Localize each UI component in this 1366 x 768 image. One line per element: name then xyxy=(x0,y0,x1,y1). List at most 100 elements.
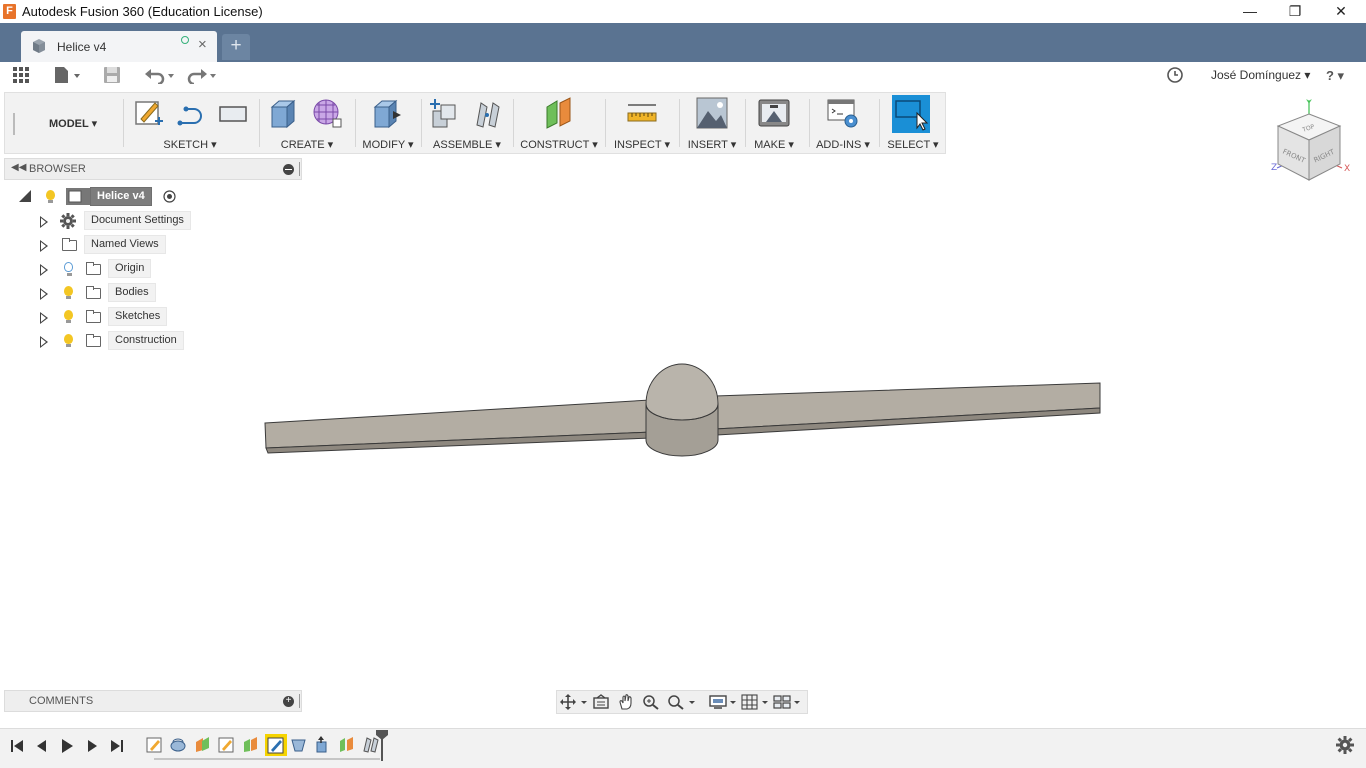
browser-panel-header[interactable]: ◀◀ BROWSER xyxy=(4,158,302,180)
timeline-loft-feature-icon[interactable] xyxy=(290,736,307,753)
workspace-switcher[interactable]: MODEL ▾ xyxy=(49,117,97,130)
panel-resize-handle[interactable] xyxy=(299,694,301,708)
visibility-bulb-icon[interactable] xyxy=(64,310,73,323)
undo-icon[interactable] xyxy=(144,66,176,84)
ribbon-group-label[interactable]: CONSTRUCT ▾ xyxy=(517,138,601,151)
ribbon-group-label[interactable]: SKETCH ▾ xyxy=(129,138,251,151)
add-comment-icon[interactable]: + xyxy=(283,696,294,707)
grid-snaps-icon[interactable] xyxy=(741,694,771,710)
visibility-bulb-off-icon[interactable] xyxy=(64,262,73,276)
close-window-button[interactable]: ✕ xyxy=(1318,0,1364,23)
timeline-selected-sketch-feature-icon[interactable] xyxy=(265,734,287,756)
save-icon[interactable] xyxy=(103,66,121,84)
folder-icon xyxy=(62,238,77,251)
timeline-settings-gear-icon[interactable] xyxy=(1336,736,1354,754)
browser-item-origin[interactable]: Origin xyxy=(38,259,198,279)
browser-item-document-settings[interactable]: Document Settings xyxy=(38,211,198,231)
timeline-plane-feature-icon[interactable] xyxy=(194,736,211,753)
browser-item-label: Bodies xyxy=(108,283,156,302)
look-at-icon[interactable] xyxy=(592,694,610,710)
data-panel-grid-icon[interactable] xyxy=(12,66,30,84)
timeline-step-forward-icon[interactable] xyxy=(84,738,100,754)
browser-item-bodies[interactable]: Bodies xyxy=(38,283,198,303)
minimize-button[interactable]: — xyxy=(1227,0,1273,23)
expand-arrow-icon[interactable] xyxy=(40,264,48,276)
measure-icon[interactable] xyxy=(626,97,658,129)
fit-zoom-window-icon[interactable] xyxy=(667,694,699,710)
extrude-icon[interactable] xyxy=(267,97,299,129)
zoom-icon[interactable] xyxy=(642,694,660,710)
expand-arrow-icon[interactable] xyxy=(40,240,48,252)
timeline-extrude-feature-icon[interactable] xyxy=(314,736,331,753)
ribbon-group-label[interactable]: SELECT ▾ xyxy=(881,138,945,151)
ribbon-group-inspect: INSPECT ▾ xyxy=(609,93,675,153)
panel-resize-handle[interactable] xyxy=(299,162,301,176)
browser-item-named-views[interactable]: Named Views xyxy=(38,235,198,255)
document-tab-active[interactable]: Helice v4 × xyxy=(21,31,217,62)
ribbon-group-label[interactable]: INSERT ▾ xyxy=(683,138,741,151)
viewcube[interactable]: Y Z X TOP FRONT RIGHT xyxy=(1262,96,1354,188)
joint-icon[interactable] xyxy=(471,97,503,129)
ribbon-group-label[interactable]: ASSEMBLE ▾ xyxy=(425,138,509,151)
browser-item-sketches[interactable]: Sketches xyxy=(38,307,198,327)
timeline-marker-handle[interactable] xyxy=(375,729,389,761)
display-settings-icon[interactable] xyxy=(709,694,739,710)
expand-arrow-icon[interactable] xyxy=(40,216,48,228)
help-menu[interactable]: ? ▾ xyxy=(1326,67,1344,85)
user-account-menu[interactable]: José Domínguez ▾ xyxy=(1211,68,1310,82)
sketch-rectangle-icon[interactable] xyxy=(217,97,249,129)
gear-icon xyxy=(60,213,76,229)
new-tab-button[interactable]: + xyxy=(222,34,250,60)
propeller-model[interactable] xyxy=(260,360,1110,470)
timeline-sketch-feature-icon[interactable] xyxy=(146,736,163,753)
axis-x-label: X xyxy=(1344,164,1350,174)
timeline-revolve-feature-icon[interactable] xyxy=(170,736,187,753)
close-tab-icon[interactable]: × xyxy=(198,36,207,53)
expanded-arrow-icon[interactable] xyxy=(18,189,32,203)
ribbon-group-label[interactable]: ADD-INS ▾ xyxy=(811,138,875,151)
insert-canvas-icon[interactable] xyxy=(696,97,728,129)
3d-print-icon[interactable] xyxy=(758,97,790,129)
ribbon-group-label[interactable]: MAKE ▾ xyxy=(749,138,799,151)
ribbon-group-sketch: SKETCH ▾ xyxy=(129,93,251,153)
press-pull-icon[interactable] xyxy=(371,97,403,129)
new-component-icon[interactable] xyxy=(427,97,459,129)
sketch-line-arc-icon[interactable] xyxy=(175,97,207,129)
minimize-panel-icon[interactable] xyxy=(283,164,294,175)
timeline-offset-plane-feature-icon[interactable] xyxy=(242,736,259,753)
browser-root-node[interactable]: Helice v4 xyxy=(18,187,188,207)
scripts-add-ins-icon[interactable] xyxy=(827,97,859,129)
select-tool-icon[interactable] xyxy=(892,95,930,133)
create-form-icon[interactable] xyxy=(311,97,343,129)
timeline-sketch-feature-icon[interactable] xyxy=(218,736,235,753)
viewports-icon[interactable] xyxy=(773,694,803,710)
ribbon-group-label[interactable]: MODIFY ▾ xyxy=(359,138,417,151)
sync-status-icon xyxy=(181,36,189,44)
ribbon-group-label[interactable]: INSPECT ▾ xyxy=(609,138,675,151)
visibility-bulb-icon[interactable] xyxy=(64,334,73,347)
comments-panel-header[interactable]: COMMENTS + xyxy=(4,690,302,712)
redo-icon[interactable] xyxy=(186,66,218,84)
expand-arrow-icon[interactable] xyxy=(40,312,48,324)
timeline-play-icon[interactable] xyxy=(59,738,75,754)
visibility-bulb-icon[interactable] xyxy=(64,286,73,299)
expand-arrow-icon[interactable] xyxy=(40,288,48,300)
timeline-go-to-end-icon[interactable] xyxy=(109,738,125,754)
browser-item-construction[interactable]: Construction xyxy=(38,331,198,351)
expand-arrow-icon[interactable] xyxy=(40,336,48,348)
pan-hand-icon[interactable] xyxy=(617,694,635,710)
timeline-step-back-icon[interactable] xyxy=(34,738,50,754)
job-status-clock-icon[interactable] xyxy=(1166,66,1184,84)
ribbon-group-label[interactable]: CREATE ▾ xyxy=(263,138,351,151)
create-sketch-icon[interactable] xyxy=(133,97,165,129)
timeline-split-feature-icon[interactable] xyxy=(338,736,355,753)
collapse-panel-icon[interactable]: ◀◀ xyxy=(11,162,26,173)
timeline-go-to-start-icon[interactable] xyxy=(9,738,25,754)
visibility-bulb-icon[interactable] xyxy=(46,190,55,203)
activate-component-icon[interactable] xyxy=(163,190,176,203)
orbit-icon[interactable] xyxy=(560,694,588,710)
offset-plane-icon[interactable] xyxy=(543,97,575,129)
maximize-button[interactable]: ❐ xyxy=(1272,0,1318,23)
file-menu-icon[interactable] xyxy=(54,66,82,84)
toolbar-grip[interactable] xyxy=(13,113,15,135)
